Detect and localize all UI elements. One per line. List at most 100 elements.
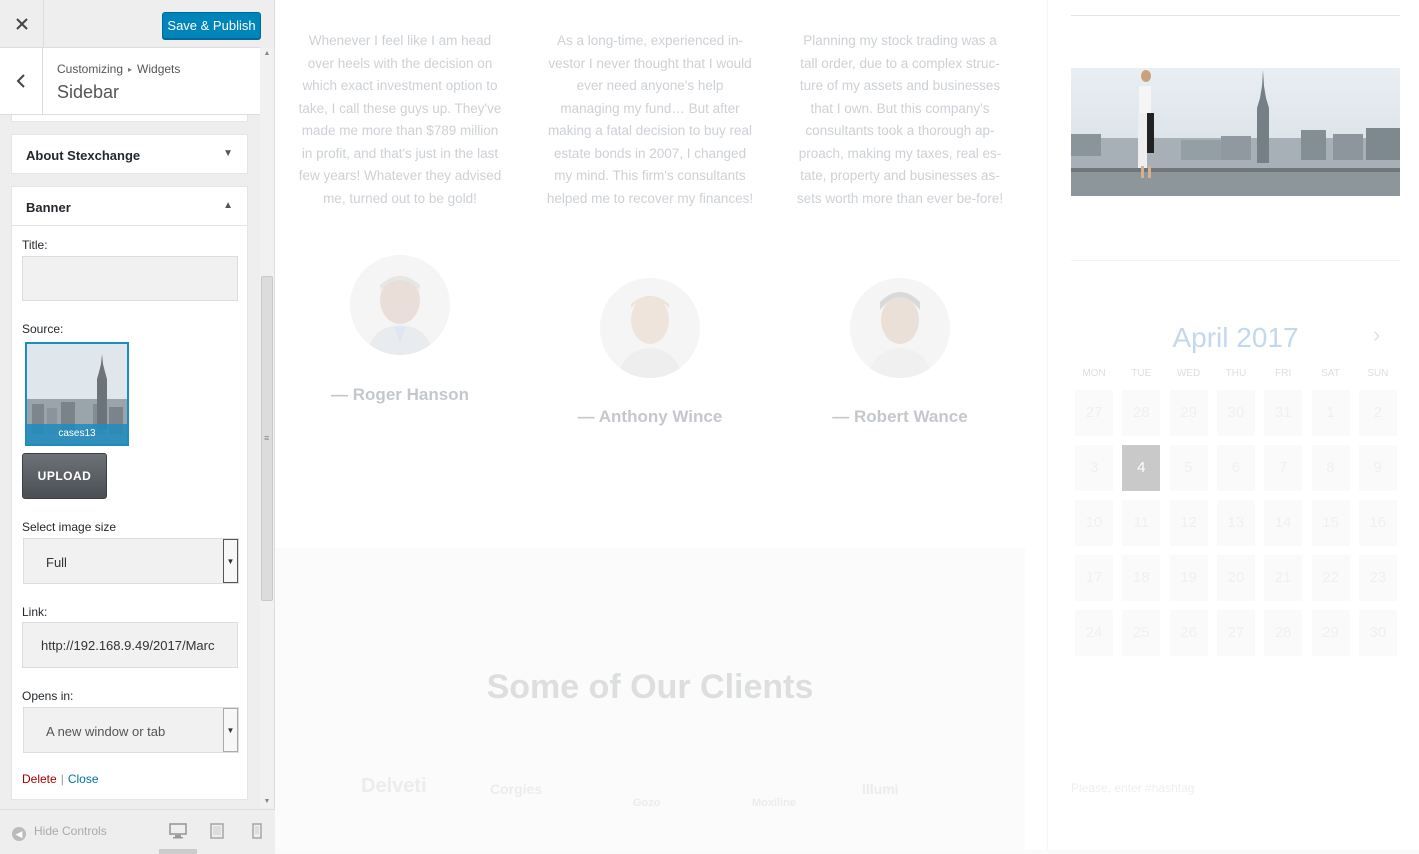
close-link[interactable]: Close (68, 772, 99, 786)
avatar (850, 278, 950, 378)
widget-banner[interactable]: Banner ▲ (11, 186, 248, 226)
grip-icon: ≡ (264, 433, 270, 443)
calendar-day[interactable]: 1 (1311, 390, 1350, 436)
person-photo (350, 255, 450, 355)
opens-in-value: A new window or tab (46, 724, 166, 739)
calendar-day[interactable]: 9 (1358, 445, 1397, 491)
testimonial-quote: Planning my stock trading was a tall ord… (796, 33, 1004, 206)
footer-strip (275, 850, 1419, 854)
client-logo: Moxiline (752, 797, 797, 809)
dropdown-caret-icon: ▼ (223, 539, 238, 583)
calendar-day[interactable]: 24 (1075, 610, 1113, 656)
calendar-day[interactable]: 23 (1358, 555, 1397, 601)
widget-actions: Delete | Close (22, 772, 99, 786)
collapse-arrow-icon: ◀ (12, 827, 26, 841)
calendar-day[interactable]: 30 (1216, 390, 1255, 436)
testimonial-author: — Roger Hanson (331, 385, 469, 404)
calendar-day[interactable]: 27 (1216, 610, 1255, 656)
client-logo: Delveti (361, 775, 427, 797)
calendar-day[interactable]: 16 (1358, 500, 1397, 546)
calendar-day[interactable]: 21 (1264, 555, 1303, 601)
chevron-left-icon (16, 74, 25, 88)
close-customizer-button[interactable] (0, 0, 44, 47)
source-image-thumbnail[interactable]: cases13 (25, 342, 129, 446)
title-input[interactable] (22, 256, 238, 301)
chevron-right-icon[interactable]: › (1373, 322, 1380, 348)
link-input[interactable]: http://192.168.9.49/2017/Marc (22, 622, 238, 668)
calendar-day[interactable]: 28 (1122, 390, 1161, 436)
calendar-day[interactable]: 22 (1311, 555, 1350, 601)
breadcrumb: Customizing ▸ Widgets (57, 62, 180, 76)
calendar-day-heading: TUE (1131, 368, 1152, 379)
sidebar-divider (1047, 0, 1048, 854)
title-label: Title: (22, 238, 48, 252)
calendar-day[interactable]: 8 (1311, 445, 1350, 491)
calendar-day[interactable]: 2 (1358, 390, 1397, 436)
calendar-day[interactable]: 10 (1075, 500, 1113, 546)
banner-widget-image[interactable] (1071, 68, 1400, 196)
client-logo: Illumi (862, 781, 899, 797)
mobile-preview-icon[interactable] (247, 822, 267, 840)
testimonial-quote: Whenever I feel like I am head over heel… (298, 33, 502, 206)
save-publish-button[interactable]: Save & Publish (162, 12, 261, 39)
calendar-day[interactable]: 25 (1122, 610, 1161, 656)
sidebar-rule (1071, 15, 1400, 16)
calendar-day[interactable]: 7 (1264, 445, 1303, 491)
calendar-day[interactable]: 5 (1169, 445, 1208, 491)
calendar-day[interactable]: 31 (1264, 390, 1303, 436)
site-preview: Whenever I feel like I am head over heel… (275, 0, 1419, 854)
widgets-scroll-area: About Stexchange ▼ Banner ▲ Title: Sourc… (0, 115, 260, 809)
calendar-day[interactable]: 14 (1264, 500, 1303, 546)
desktop-preview-icon[interactable] (168, 822, 188, 840)
calendar-day[interactable]: 12 (1169, 500, 1208, 546)
clients-heading: Some of Our Clients (486, 668, 814, 706)
calendar-day[interactable]: 20 (1216, 555, 1255, 601)
image-size-value: Full (46, 555, 67, 570)
calendar-day[interactable]: 4 (1122, 445, 1161, 491)
previous-widget-bottom (11, 115, 248, 122)
woman-city-skyline-image (1071, 68, 1400, 196)
calendar-day[interactable]: 13 (1216, 500, 1255, 546)
calendar-day[interactable]: 30 (1358, 610, 1397, 656)
scroll-up-arrow-icon[interactable]: ▲ (260, 48, 274, 60)
expand-arrow-icon: ▼ (223, 148, 233, 159)
actions-separator: | (60, 772, 64, 786)
hashtag-input[interactable]: Please, enter #hashtag (1071, 781, 1194, 795)
calendar-day[interactable]: 3 (1075, 445, 1113, 491)
calendar-day-heading: SAT (1321, 368, 1340, 379)
calendar-day[interactable]: 11 (1122, 500, 1161, 546)
client-logo: Gozo (633, 797, 661, 809)
panel-scrollbar[interactable]: ▲ ≡ ▼ (260, 48, 274, 808)
calendar-day[interactable]: 26 (1169, 610, 1208, 656)
calendar-day-heading: FRI (1275, 368, 1292, 379)
widget-title: Banner (26, 200, 71, 215)
calendar-day[interactable]: 28 (1264, 610, 1303, 656)
avatar (350, 255, 450, 355)
upload-button[interactable]: UPLOAD (22, 453, 107, 499)
dropdown-caret-icon: ▼ (223, 708, 238, 752)
hide-controls-label: Hide Controls (34, 824, 107, 838)
scrollbar-thumb[interactable]: ≡ (261, 276, 273, 601)
close-icon (15, 17, 28, 30)
section-title: Sidebar (57, 82, 120, 102)
hide-controls-button[interactable]: ◀ Hide Controls (12, 824, 107, 841)
back-button[interactable] (0, 48, 43, 114)
thumbnail-filename: cases13 (27, 424, 127, 444)
calendar-day[interactable]: 17 (1075, 555, 1113, 601)
calendar-day[interactable]: 29 (1169, 390, 1208, 436)
person-photo (850, 278, 950, 378)
image-size-select[interactable]: Full ▼ (23, 538, 239, 584)
calendar-day[interactable]: 29 (1311, 610, 1350, 656)
calendar-day[interactable]: 15 (1311, 500, 1350, 546)
tablet-preview-icon[interactable] (207, 822, 227, 840)
scroll-down-arrow-icon[interactable]: ▼ (260, 796, 274, 808)
opens-in-select[interactable]: A new window or tab ▼ (23, 707, 239, 753)
delete-link[interactable]: Delete (22, 772, 57, 786)
calendar-day[interactable]: 18 (1122, 555, 1161, 601)
widget-about-stexchange[interactable]: About Stexchange ▼ (11, 134, 248, 174)
calendar-day[interactable]: 27 (1075, 390, 1113, 436)
calendar-day[interactable]: 19 (1169, 555, 1208, 601)
calendar-title: April 2017 (1172, 322, 1299, 353)
calendar-day[interactable]: 6 (1216, 445, 1255, 491)
testimonial-author: — Robert Wance (832, 407, 968, 426)
